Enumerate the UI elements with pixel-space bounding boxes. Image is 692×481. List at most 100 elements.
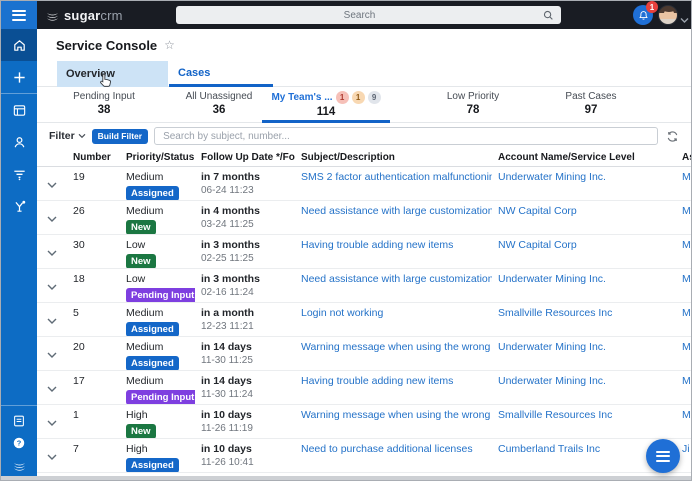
chevron-down-icon [47,352,57,358]
assigned-user-link[interactable]: M [682,307,691,319]
follow-up-relative: in 7 months [201,171,295,183]
row-expand-button[interactable] [37,235,67,268]
sidebar-item-shortcuts[interactable] [1,190,37,222]
subject-link[interactable]: Warning message when using the wrong bro… [301,409,492,421]
table-row[interactable]: 18 Low Pending Input in 3 months 02-16 1… [37,269,691,303]
row-expand-button[interactable] [37,371,67,404]
status-badge: Assigned [126,458,179,472]
account-link[interactable]: Underwater Mining Inc. [498,273,606,285]
subtab-pending-input[interactable]: Pending Input38 [49,87,159,123]
status-badge: New [126,254,156,268]
subject-link[interactable]: Need assistance with large customization [301,273,492,285]
user-avatar[interactable] [658,5,678,25]
assigned-user-link[interactable]: M [682,205,691,217]
priority-label: Low [126,239,195,251]
tab-overview[interactable]: Overview [57,61,168,87]
account-link[interactable]: Underwater Mining Inc. [498,375,606,387]
sidebar-item-home[interactable] [1,29,37,61]
assigned-user-link[interactable]: M [682,239,691,251]
assigned-user-link[interactable]: M [682,375,691,387]
subject-link[interactable]: SMS 2 factor authentication malfunctioni… [301,171,492,183]
account-link[interactable]: Underwater Mining Inc. [498,341,606,353]
sidebar-item-contacts[interactable] [1,126,37,158]
account-link[interactable]: NW Capital Corp [498,205,577,217]
subject-link[interactable]: Need to purchase additional licenses [301,443,473,455]
table-row[interactable]: 19 Medium Assigned in 7 months 06-24 11:… [37,167,691,201]
table-row[interactable]: 30 Low New in 3 months 02-25 11:25 Havin… [37,235,691,269]
status-badge: New [126,424,156,438]
assigned-user-link[interactable]: Ji [682,443,690,455]
floating-actions-button[interactable] [646,439,680,473]
column-header-number[interactable]: Number [67,152,120,163]
assigned-user-link[interactable]: M [682,341,691,353]
follow-up-date: 11-30 11:24 [201,389,295,400]
profile-chevron-down-icon[interactable] [680,11,689,29]
table-row-partial[interactable]: 107 Medium [37,473,691,481]
subtab-past-cases[interactable]: Past Cases 97 [531,87,651,123]
filter-dropdown[interactable]: Filter [49,130,86,142]
column-header-assigned[interactable]: As [676,152,691,163]
build-filter-button[interactable]: Build Filter [92,129,148,144]
case-number: 5 [67,303,120,336]
subject-link[interactable]: Need assistance with large customization [301,205,492,217]
subtab-label: All Unassigned [186,91,253,102]
column-header-follow-up-date[interactable]: Follow Up Date */Foll... [195,152,295,163]
subject-link[interactable]: Having trouble adding new items [301,375,453,387]
column-header-priority-status[interactable]: Priority/Status * [120,152,195,163]
account-link[interactable]: Underwater Mining Inc. [498,171,606,183]
sidebar-item-help[interactable]: ? [1,432,37,454]
subtab-low-priority[interactable]: Low Priority78 [413,87,533,123]
subject-link[interactable]: Warning message when using the wrong bro… [301,341,492,353]
follow-up-relative: in 14 days [201,375,295,387]
case-dashlet-tabs: Pending Input38All Unassigned36My Team's… [37,87,691,123]
sidebar-item-sugarcrm[interactable] [1,454,37,476]
table-row[interactable]: 5 Medium Assigned in a month 12-23 11:21… [37,303,691,337]
subtab-count: 97 [531,104,651,116]
chevron-down-icon [47,386,57,392]
table-row[interactable]: 7 High Assigned in 10 days 11-26 10:41 N… [37,439,691,473]
row-expand-button[interactable] [37,337,67,370]
account-link[interactable]: Smallville Resources Inc [498,409,612,421]
status-badge: Assigned [126,322,179,336]
global-search-input[interactable] [176,10,543,21]
chevron-down-icon [47,318,57,324]
notes-icon [12,414,26,428]
main-content: Service Console ☆ Overview Cases Pending… [37,29,691,481]
row-expand-button[interactable] [37,439,67,472]
row-expand-button[interactable] [37,303,67,336]
assigned-user-link[interactable]: M [682,409,691,421]
sidebar-item-create[interactable] [1,61,37,93]
account-link[interactable]: Smallville Resources Inc [498,307,612,319]
sidebar-item-notes[interactable] [1,410,37,432]
home-icon [12,38,27,53]
subject-link[interactable]: Login not working [301,307,383,319]
table-row[interactable]: 17 Medium Pending Input in 14 days 11-30… [37,371,691,405]
row-expand-button[interactable] [37,473,67,481]
table-row[interactable]: 20 Medium Assigned in 14 days 11-30 11:2… [37,337,691,371]
row-expand-button[interactable] [37,167,67,200]
favorite-star-icon[interactable]: ☆ [164,38,175,52]
assigned-user-link[interactable]: M [682,273,691,285]
main-menu-button[interactable] [1,1,37,29]
table-row[interactable]: 26 Medium New in 4 months 03-24 11:25 Ne… [37,201,691,235]
account-link[interactable]: NW Capital Corp [498,239,577,251]
subject-link[interactable]: Having trouble adding new items [301,239,453,251]
subtab-my-team-s[interactable]: My Team's ...119114 [256,87,396,123]
assigned-user-link[interactable]: M [682,171,691,183]
column-header-account[interactable]: Account Name/Service Level [492,152,676,163]
row-expand-button[interactable] [37,201,67,234]
refresh-button[interactable] [664,130,681,143]
column-header-subject[interactable]: Subject/Description [295,152,492,163]
row-expand-button[interactable] [37,269,67,302]
case-search-input[interactable] [154,127,658,145]
table-row[interactable]: 1 High New in 10 days 11-26 11:19 Warnin… [37,405,691,439]
sidebar-item-filter[interactable] [1,158,37,190]
chevron-down-icon [47,420,57,426]
tab-cases[interactable]: Cases [169,61,273,87]
row-expand-button[interactable] [37,405,67,438]
subtab-label: Past Cases [565,91,616,102]
sidebar-item-console[interactable] [1,94,37,126]
global-search[interactable] [176,6,561,24]
account-link[interactable]: Cumberland Trails Inc [498,443,600,455]
notification-count-badge: 1 [646,1,658,13]
